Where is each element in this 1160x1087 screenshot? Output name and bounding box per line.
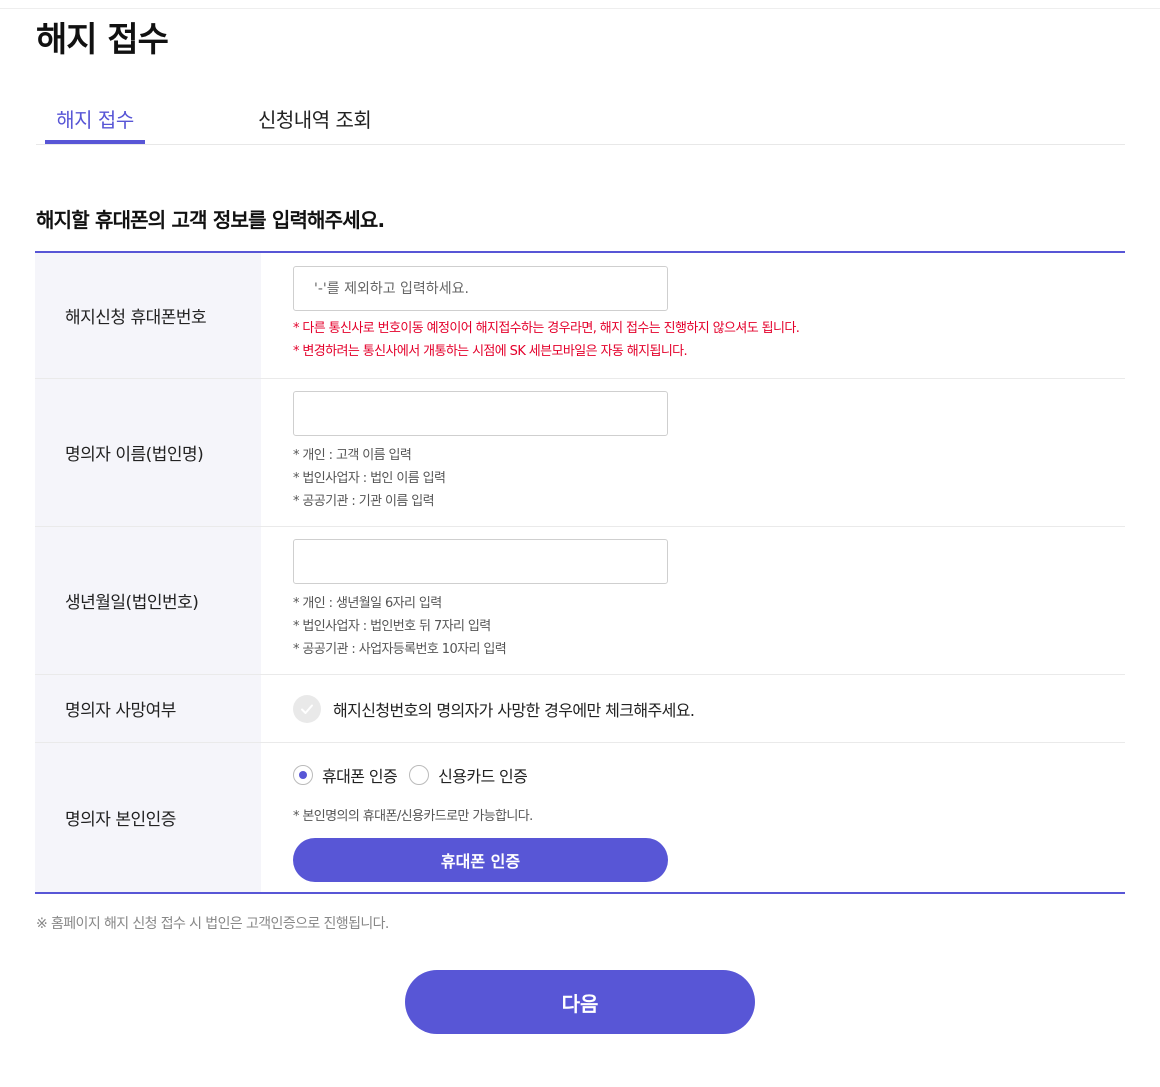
radio-phone-auth[interactable]: 휴대폰 인증 — [293, 763, 398, 787]
tab-history[interactable]: 신청내역 조회 — [258, 104, 372, 133]
auth-note: * 본인명의의 휴대폰/신용카드로만 가능합니다. — [293, 809, 533, 824]
birth-note-individual: * 개인 : 생년월일 6자리 입력 — [293, 596, 442, 611]
auth-row: 명의자 본인인증 휴대폰 인증 신용카드 인증 * 본인명의의 휴대폰/신용카드… — [35, 743, 1125, 892]
corporate-footnote: ※ 홈페이지 해지 신청 접수 시 법인은 고객인증으로 진행됩니다. — [36, 916, 389, 932]
tab-bar: 해지 접수 신청내역 조회 — [36, 96, 1125, 145]
name-note-corporate: * 법인사업자 : 법인 이름 입력 — [293, 471, 446, 486]
phone-note-porting: * 다른 통신사로 번호이동 예정이어 해지접수하는 경우라면, 해지 접수는 … — [293, 321, 800, 336]
deceased-row: 명의자 사망여부 해지신청번호의 명의자가 사망한 경우에만 체크해주세요. — [35, 675, 1125, 743]
phone-input[interactable] — [293, 266, 668, 311]
name-label: 명의자 이름(법인명) — [35, 379, 261, 526]
name-row: 명의자 이름(법인명) * 개인 : 고객 이름 입력 * 법인사업자 : 법인… — [35, 379, 1125, 527]
radio-card-auth-label[interactable]: 신용카드 인증 — [438, 763, 528, 787]
auth-label: 명의자 본인인증 — [35, 743, 261, 892]
birth-input[interactable] — [293, 539, 668, 584]
phone-label: 해지신청 휴대폰번호 — [35, 253, 261, 378]
phone-row: 해지신청 휴대폰번호 * 다른 통신사로 번호이동 예정이어 해지접수하는 경우… — [35, 253, 1125, 379]
radio-card-auth[interactable]: 신용카드 인증 — [409, 763, 528, 787]
phone-notes: * 다른 통신사로 번호이동 예정이어 해지접수하는 경우라면, 해지 접수는 … — [293, 317, 1125, 363]
deceased-label: 명의자 사망여부 — [35, 675, 261, 742]
page-title: 해지 접수 — [36, 20, 169, 60]
top-divider — [0, 8, 1160, 9]
name-note-public: * 공공기관 : 기관 이름 입력 — [293, 494, 435, 509]
radio-selected-icon[interactable] — [293, 765, 313, 785]
radio-unselected-icon[interactable] — [409, 765, 430, 785]
birth-note-public: * 공공기관 : 사업자등록번호 10자리 입력 — [293, 642, 507, 657]
phone-note-auto-cancel: * 변경하려는 통신사에서 개통하는 시점에 SK 세븐모바일은 자동 해지됩니… — [293, 344, 688, 359]
birth-note-corporate: * 법인사업자 : 법인번호 뒤 7자리 입력 — [293, 619, 491, 634]
birth-notes: * 개인 : 생년월일 6자리 입력 * 법인사업자 : 법인번호 뒤 7자리 … — [293, 592, 1125, 661]
section-title: 해지할 휴대폰의 고객 정보를 입력해주세요. — [36, 208, 385, 232]
birth-label: 생년월일(법인번호) — [35, 527, 261, 674]
radio-phone-auth-label[interactable]: 휴대폰 인증 — [322, 763, 398, 787]
deceased-checkbox[interactable] — [293, 694, 321, 723]
checkmark-icon — [301, 704, 313, 714]
name-notes: * 개인 : 고객 이름 입력 * 법인사업자 : 법인 이름 입력 * 공공기… — [293, 444, 1125, 513]
tab-cancellation[interactable]: 해지 접수 — [45, 104, 145, 144]
auth-method-group: 휴대폰 인증 신용카드 인증 — [293, 763, 1125, 787]
deceased-checkbox-label[interactable]: 해지신청번호의 명의자가 사망한 경우에만 체크해주세요. — [333, 697, 695, 721]
name-note-individual: * 개인 : 고객 이름 입력 — [293, 448, 412, 463]
cancellation-form: 해지신청 휴대폰번호 * 다른 통신사로 번호이동 예정이어 해지접수하는 경우… — [35, 251, 1125, 894]
phone-auth-button[interactable]: 휴대폰 인증 — [293, 838, 668, 882]
next-button[interactable]: 다음 — [405, 970, 755, 1034]
name-input[interactable] — [293, 391, 668, 436]
birth-row: 생년월일(법인번호) * 개인 : 생년월일 6자리 입력 * 법인사업자 : … — [35, 527, 1125, 675]
